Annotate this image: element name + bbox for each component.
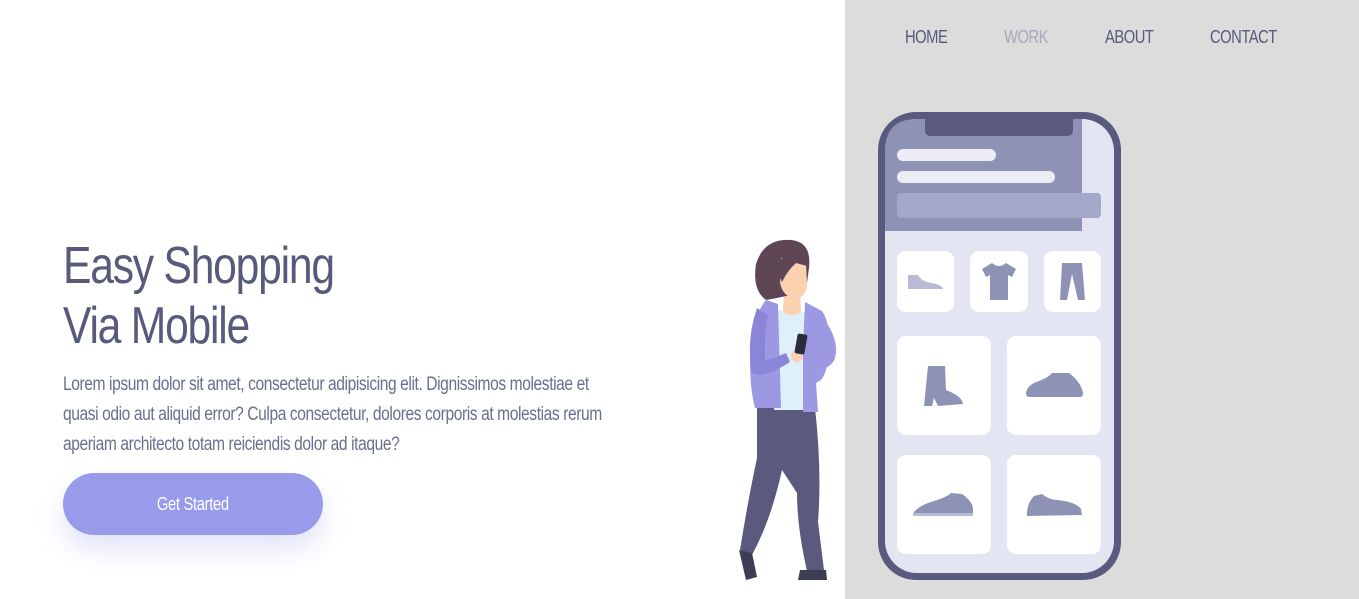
- phone-illustration: [878, 112, 1121, 580]
- pants-shape: [740, 408, 824, 571]
- left-shoe: [739, 550, 757, 580]
- shopping-illustration: [739, 112, 1121, 580]
- category-tile-pants: [1044, 251, 1101, 312]
- woman-illustration: [739, 239, 837, 580]
- phone-header-line-2: [897, 171, 1055, 183]
- right-shoe: [798, 570, 827, 580]
- phone-search-bar: [897, 193, 1101, 218]
- loafer-sole: [913, 513, 973, 516]
- landing-page: HOME WORK ABOUT CONTACT Easy Shopping Vi…: [0, 0, 1359, 599]
- phone-header-line-1: [897, 149, 996, 161]
- phone-notch: [925, 117, 1073, 136]
